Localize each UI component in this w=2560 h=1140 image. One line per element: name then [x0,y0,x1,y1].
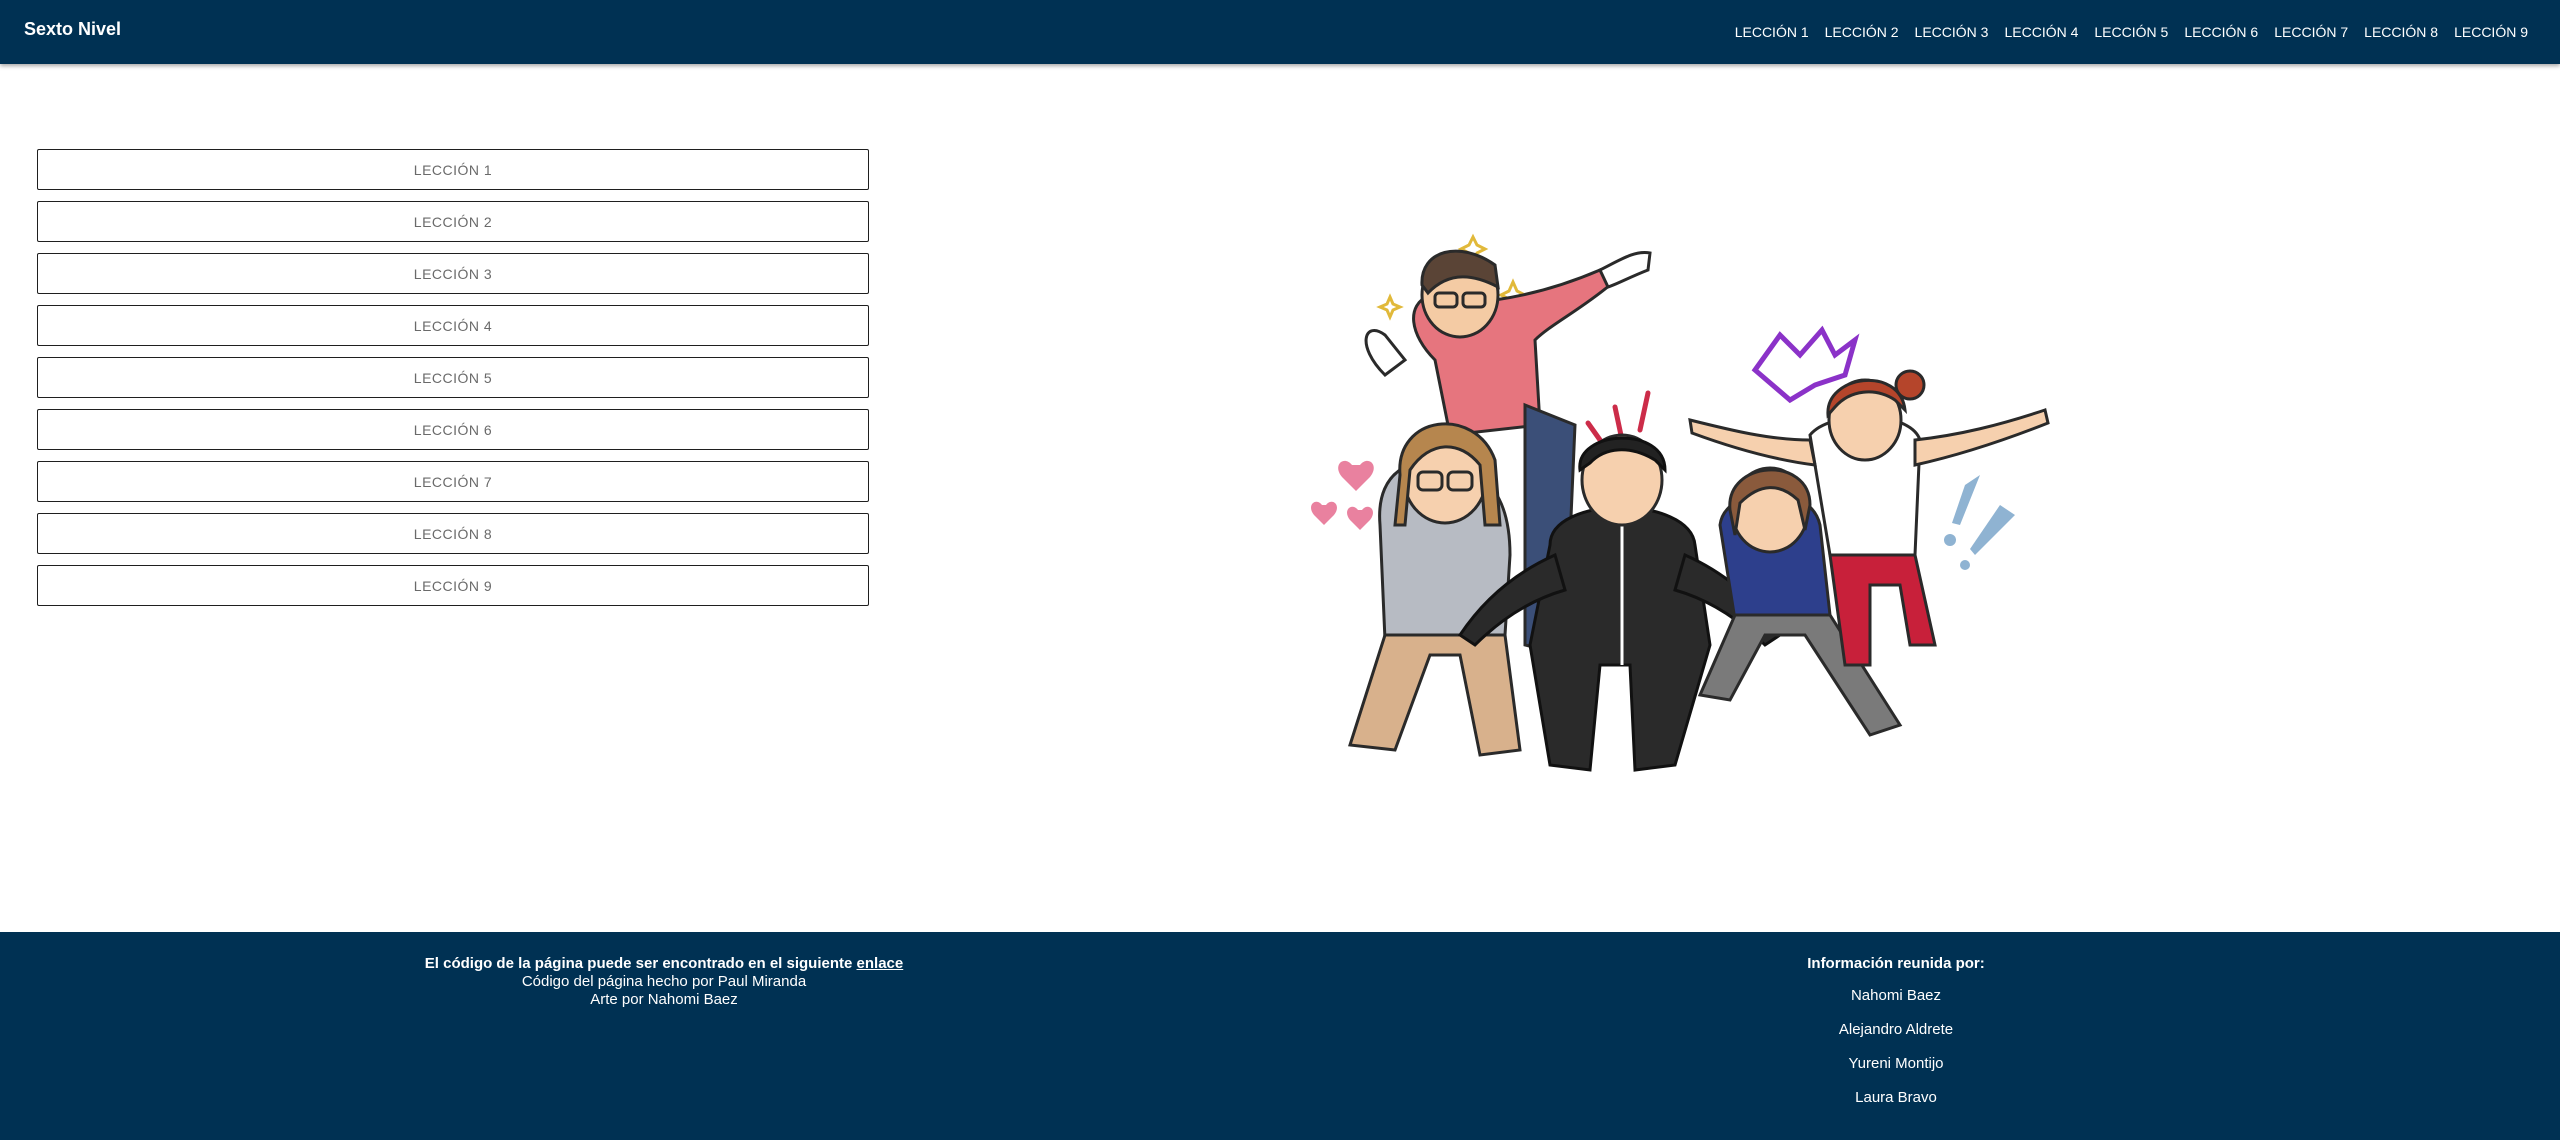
lesson-button-4[interactable]: LECCIÓN 4 [37,305,869,346]
contributor-name: Alejandro Aldrete [1838,1021,1954,1038]
lesson-button-3[interactable]: LECCIÓN 3 [37,253,869,294]
lesson-button-5[interactable]: LECCIÓN 5 [37,357,869,398]
contributor-name: Yureni Montijo [1848,1055,1944,1072]
brand-link[interactable]: Sexto Nivel [24,19,121,40]
code-text: El código de la página puede ser encontr… [424,955,853,972]
page-footer: El código de la página puede ser encontr… [0,932,2560,1140]
nav-link-leccion-2[interactable]: LECCIÓN 2 [1817,0,1907,64]
code-link-line: El código de la página puede ser encontr… [321,955,1007,973]
lesson-button-2[interactable]: LECCIÓN 2 [37,201,869,242]
nav-link-leccion-9[interactable]: LECCIÓN 9 [2446,0,2536,64]
nav-link-leccion-8[interactable]: LECCIÓN 8 [2356,0,2446,64]
lesson-button-9[interactable]: LECCIÓN 9 [37,565,869,606]
lesson-button-6[interactable]: LECCIÓN 6 [37,409,869,450]
lesson-button-7[interactable]: LECCIÓN 7 [37,461,869,502]
contributor-name: Laura Bravo [1855,1089,1937,1106]
contributors-title: Información reunida por: [1807,955,1985,972]
nav-link-leccion-3[interactable]: LECCIÓN 3 [1907,0,1997,64]
nav-links: LECCIÓN 1 LECCIÓN 2 LECCIÓN 3 LECCIÓN 4 … [1727,0,2536,64]
nav-link-leccion-1[interactable]: LECCIÓN 1 [1727,0,1817,64]
nav-link-leccion-7[interactable]: LECCIÓN 7 [2266,0,2356,64]
footer-credits: El código de la página puede ser encontr… [321,955,1007,1009]
art-by-text: Arte por Nahomi Baez [590,991,738,1008]
contributor-name: Nahomi Baez [1850,987,1942,1004]
made-by-text: Código del página hecho por Paul Miranda [521,973,807,990]
lesson-button-8[interactable]: LECCIÓN 8 [37,513,869,554]
nav-link-leccion-6[interactable]: LECCIÓN 6 [2176,0,2266,64]
lesson-button-1[interactable]: LECCIÓN 1 [37,149,869,190]
lesson-button-list: LECCIÓN 1 LECCIÓN 2 LECCIÓN 3 LECCIÓN 4 … [37,149,869,617]
nav-link-leccion-5[interactable]: LECCIÓN 5 [2086,0,2176,64]
nav-link-leccion-4[interactable]: LECCIÓN 4 [1996,0,2086,64]
source-code-link[interactable]: enlace [857,955,904,972]
footer-contributors: Información reunida por: Nahomi Baez Ale… [1696,955,2096,1123]
top-navbar: Sexto Nivel LECCIÓN 1 LECCIÓN 2 LECCIÓN … [0,0,2560,64]
group-of-cartoon-teachers-illustration [1311,233,2050,772]
